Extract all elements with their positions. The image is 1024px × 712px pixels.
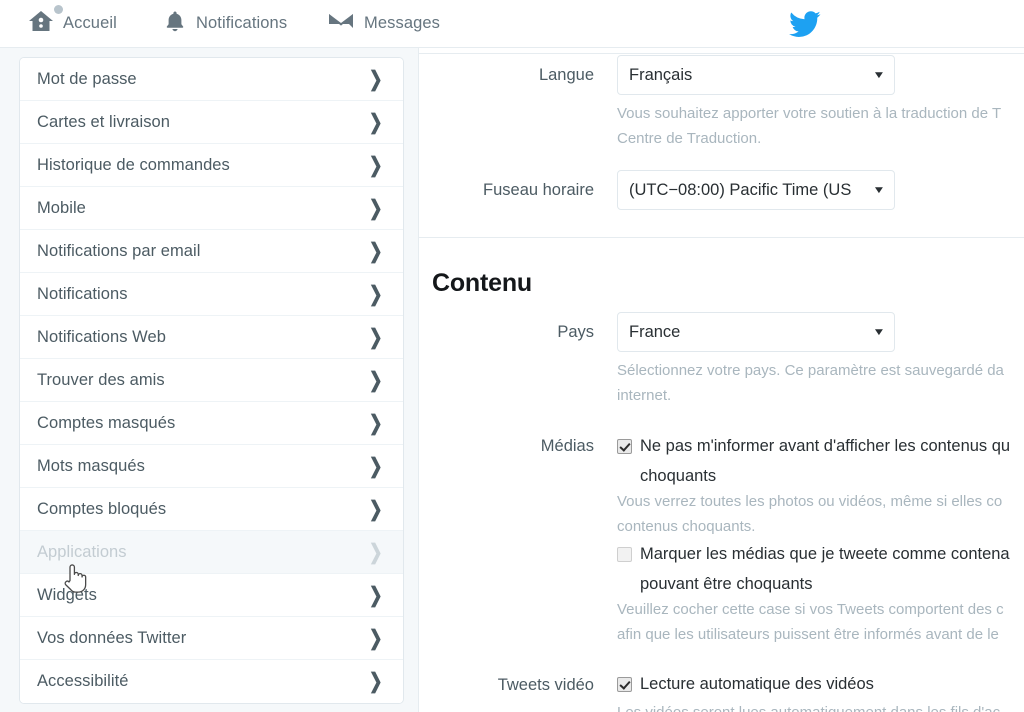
panel-top-divider [419, 53, 1024, 54]
chevron-right-icon: ❯ [369, 626, 384, 650]
nav-item-accueil-label: Accueil [63, 14, 117, 32]
langue-select-value: Français [629, 65, 693, 84]
autoplay-video-checkbox[interactable] [617, 677, 632, 692]
pays-help-line2: internet. [617, 387, 672, 404]
fuseau-horaire-select[interactable]: (UTC−08:00) Pacific Time (US ▼ [617, 170, 895, 210]
sidebar-item-label: Historique de commandes [37, 155, 230, 174]
nav-item-accueil[interactable]: Accueil [28, 0, 117, 47]
medias-mark-help-line2: afin que les utilisateurs puissent être … [617, 626, 999, 643]
nav-item-notifications[interactable]: Notifications [163, 0, 287, 47]
sidebar-item-vos-donnees-twitter[interactable]: Vos données Twitter ❯ [20, 617, 403, 660]
medias-mark-help-line1: Veuillez cocher cette case si vos Tweets… [617, 601, 1004, 618]
sidebar-item-label: Comptes bloqués [37, 499, 167, 518]
sidebar-item-label: Cartes et livraison [37, 112, 170, 131]
sidebar-item-label: Mobile [37, 198, 86, 217]
medias-sensitive-display-line1: Ne pas m'informer avant d'afficher les c… [640, 437, 1011, 455]
chevron-right-icon: ❯ [369, 325, 384, 349]
sidebar-item-trouver-des-amis[interactable]: Trouver des amis ❯ [20, 359, 403, 402]
autoplay-video-help-line1: Les vidéos seront lues automatiquement d… [617, 700, 1000, 712]
chevron-right-icon: ❯ [369, 670, 384, 693]
pays-select-value: France [629, 322, 681, 341]
chevron-down-icon: ▼ [872, 184, 886, 196]
chevron-right-icon: ❯ [369, 540, 384, 564]
chevron-right-icon: ❯ [369, 497, 384, 521]
sidebar-item-mots-masques[interactable]: Mots masqués ❯ [20, 445, 403, 488]
chevron-right-icon: ❯ [369, 110, 384, 134]
pays-help-line1: Sélectionnez votre pays. Ce paramètre es… [617, 362, 1004, 379]
pays-select[interactable]: France ▼ [617, 312, 895, 352]
sidebar-item-label: Trouver des amis [37, 370, 165, 389]
bell-icon [163, 9, 187, 38]
medias-mark-sensitive-line1: Marquer les médias que je tweete comme c… [640, 545, 1010, 563]
medias-sensitive-display-line2: choquants [640, 467, 717, 485]
section-divider [419, 237, 1024, 238]
sidebar-item-label: Mot de passe [37, 69, 137, 88]
pays-label: Pays [557, 323, 594, 341]
sidebar-item-mot-de-passe[interactable]: Mot de passe ❯ [20, 58, 403, 101]
sidebar-item-label: Vos données Twitter [37, 628, 187, 647]
sidebar-item-accessibilite[interactable]: Accessibilité ❯ [20, 660, 403, 703]
top-navigation-bar: Accueil Notifications Messages [0, 0, 1024, 48]
twitter-settings-page: Accueil Notifications Messages Mot de pa… [0, 0, 1024, 712]
chevron-right-icon: ❯ [369, 282, 384, 306]
sidebar-item-label: Notifications [37, 284, 128, 303]
sidebar-item-historique-de-commandes[interactable]: Historique de commandes ❯ [20, 144, 403, 187]
medias-sensitive-help-line1: Vous verrez toutes les photos ou vidéos,… [617, 493, 1003, 510]
home-icon [28, 9, 54, 38]
sidebar-item-comptes-bloques[interactable]: Comptes bloqués ❯ [20, 488, 403, 531]
medias-sensitive-display-checkbox[interactable] [617, 439, 632, 454]
sidebar-item-widgets[interactable]: Widgets ❯ [20, 574, 403, 617]
chevron-right-icon: ❯ [369, 239, 384, 263]
section-title-contenu: Contenu [432, 269, 532, 297]
chevron-right-icon: ❯ [369, 368, 384, 392]
sidebar-item-label: Accessibilité [37, 672, 129, 690]
chevron-right-icon: ❯ [369, 67, 384, 91]
chevron-right-icon: ❯ [369, 583, 384, 607]
sidebar-item-notifications[interactable]: Notifications ❯ [20, 273, 403, 316]
sidebar-item-comptes-masques[interactable]: Comptes masqués ❯ [20, 402, 403, 445]
autoplay-video-text: Lecture automatique des vidéos [640, 675, 874, 693]
chevron-down-icon: ▼ [872, 69, 886, 81]
medias-mark-sensitive-line2: pouvant être choquants [640, 575, 813, 593]
sidebar-item-mobile[interactable]: Mobile ❯ [20, 187, 403, 230]
langue-select[interactable]: Français ▼ [617, 55, 895, 95]
sidebar-item-label: Widgets [37, 585, 97, 604]
notification-dot-icon [54, 5, 63, 14]
chevron-right-icon: ❯ [369, 153, 384, 177]
sidebar-item-notifications-web[interactable]: Notifications Web ❯ [20, 316, 403, 359]
sidebar-item-label: Notifications par email [37, 241, 201, 260]
sidebar-item-label: Mots masqués [37, 456, 145, 475]
twitter-bird-logo[interactable] [789, 11, 821, 38]
envelope-icon [327, 9, 355, 38]
sidebar-item-cartes-et-livraison[interactable]: Cartes et livraison ❯ [20, 101, 403, 144]
chevron-right-icon: ❯ [369, 454, 384, 478]
langue-label: Langue [538, 66, 594, 84]
tweets-video-label: Tweets vidéo [497, 676, 594, 694]
sidebar-item-label: Notifications Web [37, 327, 166, 346]
nav-item-notifications-label: Notifications [196, 14, 288, 32]
fuseau-horaire-label: Fuseau horaire [483, 181, 594, 199]
settings-sidebar-list: Mot de passe ❯ Cartes et livraison ❯ His… [19, 57, 404, 704]
nav-item-messages-label: Messages [364, 14, 441, 32]
sidebar-item-notifications-par-email[interactable]: Notifications par email ❯ [20, 230, 403, 273]
medias-mark-sensitive-checkbox[interactable] [617, 547, 632, 562]
settings-content-panel: Langue Français ▼ Vous souhaitez apporte… [418, 48, 1024, 712]
chevron-right-icon: ❯ [369, 196, 384, 220]
sidebar-item-applications[interactable]: Applications ❯ [20, 531, 403, 574]
fuseau-horaire-select-value: (UTC−08:00) Pacific Time (US [629, 180, 852, 199]
medias-label: Médias [540, 437, 594, 455]
nav-item-messages[interactable]: Messages [327, 0, 440, 47]
sidebar-item-label: Comptes masqués [37, 413, 176, 432]
sidebar-item-label: Applications [37, 542, 127, 561]
chevron-right-icon: ❯ [369, 411, 384, 435]
langue-help-line1: Vous souhaitez apporter votre soutien à … [617, 105, 1002, 122]
langue-help-line2: Centre de Traduction. [617, 130, 762, 147]
chevron-down-icon: ▼ [872, 326, 886, 338]
medias-sensitive-help-line2: contenus choquants. [617, 518, 756, 535]
